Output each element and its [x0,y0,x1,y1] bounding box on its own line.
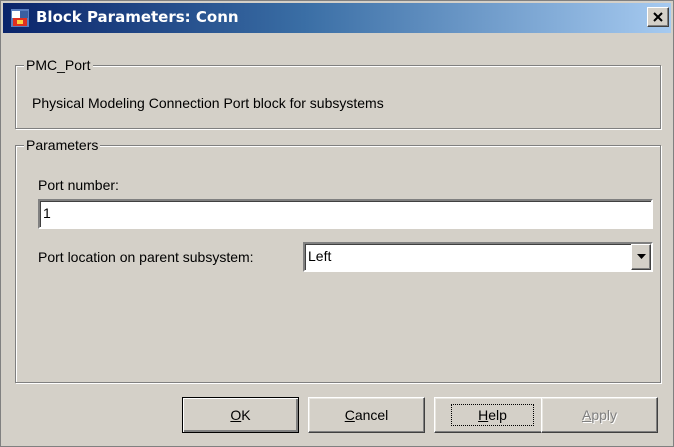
parameters-group: Parameters Port number: 1 Port location … [15,136,661,383]
close-button[interactable] [647,7,669,27]
ok-button[interactable]: OK [182,397,299,433]
simulink-block-icon [11,9,29,27]
port-number-label: Port number: [38,177,119,193]
close-icon [653,12,663,22]
port-number-value: 1 [43,205,51,221]
port-location-dropdown-button[interactable] [631,244,651,270]
cancel-button[interactable]: Cancel [308,397,425,433]
help-label: elp [488,407,507,423]
apply-mnemonic: A [581,407,592,423]
port-number-input[interactable]: 1 [38,199,653,229]
apply-label: pply [591,407,618,423]
port-location-value: Left [308,248,332,264]
help-button[interactable]: Help [434,397,551,433]
cancel-mnemonic: C [344,407,355,423]
window-title: Block Parameters: Conn [36,8,239,26]
port-location-select[interactable]: Left [303,242,653,272]
parameters-group-title: Parameters [24,136,101,154]
help-button-focus: Help [451,404,534,426]
title-bar[interactable]: Block Parameters: Conn [3,3,671,33]
block-info-group-title: PMC_Port [24,56,93,74]
block-info-group: PMC_Port Physical Modeling Connection Po… [15,56,661,129]
apply-button[interactable]: Apply [541,397,658,433]
help-mnemonic: H [478,407,489,423]
ok-label: K [241,407,251,423]
ok-mnemonic: O [230,407,242,423]
block-description: Physical Modeling Connection Port block … [32,95,384,111]
chevron-down-icon [637,254,646,259]
port-location-label: Port location on parent subsystem: [38,249,254,265]
block-parameters-dialog: Block Parameters: Conn PMC_Port Physical… [0,0,674,447]
cancel-label: ancel [354,407,389,423]
